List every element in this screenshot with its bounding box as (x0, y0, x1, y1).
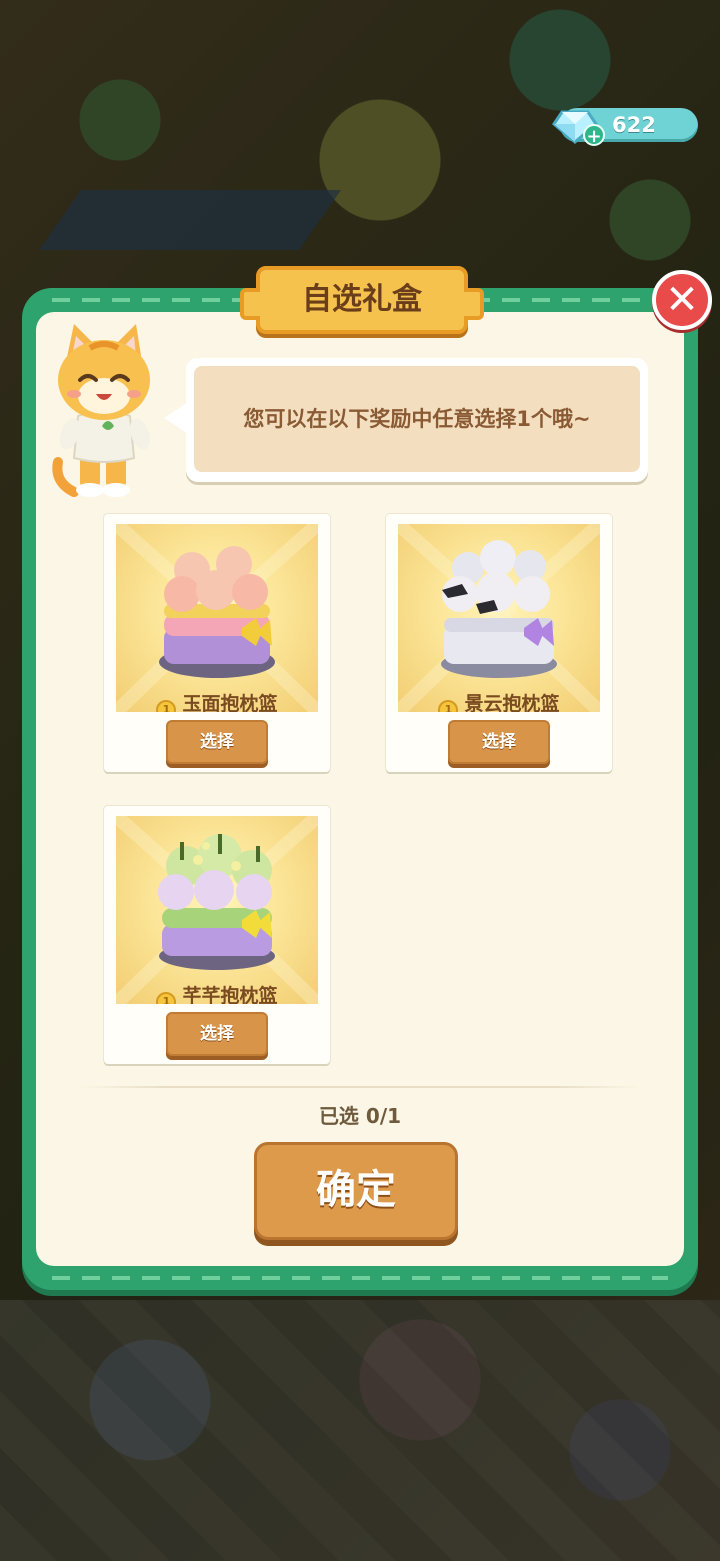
cat-mascot-icon (44, 322, 164, 500)
reward-card[interactable]: 1 玉面抱枕篮 选择 (104, 514, 330, 772)
medal-icon: 1 (156, 992, 177, 1004)
divider (80, 1086, 640, 1088)
background-river (38, 190, 342, 250)
speech-bubble-inner: 您可以在以下奖励中任意选择1个哦~ (194, 366, 640, 472)
medal-icon: 1 (156, 700, 177, 712)
confirm-button[interactable]: 确定 (254, 1142, 458, 1240)
close-button[interactable]: ✕ (652, 270, 712, 330)
reward-image: 1 景云抱枕篮 (398, 524, 600, 712)
confirm-button-label: 确定 (316, 1167, 396, 1213)
selection-counter: 已选 0/1 (318, 1104, 402, 1128)
select-button[interactable]: 选择 (448, 720, 550, 764)
select-button-label: 选择 (482, 732, 516, 752)
speech-bubble: 您可以在以下奖励中任意选择1个哦~ (164, 358, 648, 482)
close-icon: ✕ (665, 277, 699, 323)
medal-icon: 1 (438, 700, 459, 712)
frame-decoration (52, 1276, 668, 1280)
reward-image: 1 芊芊抱枕篮 (116, 816, 318, 1004)
select-button[interactable]: 选择 (166, 1012, 268, 1056)
select-button[interactable]: 选择 (166, 720, 268, 764)
cat-pillow-basket-icon (116, 524, 318, 712)
gem-count: 622 (612, 113, 656, 137)
reward-image: 1 玉面抱枕篮 (116, 524, 318, 712)
reward-card[interactable]: 1 景云抱枕篮 选择 (386, 514, 612, 772)
reward-name: 1 芊芊抱枕篮 (116, 982, 318, 1004)
background-floor (0, 1300, 720, 1561)
add-gems-button[interactable]: + (583, 124, 605, 147)
reward-name: 1 玉面抱枕篮 (116, 690, 318, 712)
reward-card[interactable]: 1 芊芊抱枕篮 选择 (104, 806, 330, 1064)
dialog-title: 自选礼盒 (302, 282, 422, 317)
flower-pillow-basket-icon (116, 816, 318, 1004)
instruction-text: 您可以在以下奖励中任意选择1个哦~ (243, 407, 591, 431)
title-plate: 自选礼盒 (240, 266, 484, 334)
select-button-label: 选择 (200, 1024, 234, 1044)
cloud-pillow-basket-icon (398, 524, 600, 712)
select-button-label: 选择 (200, 732, 234, 752)
reward-name: 1 景云抱枕篮 (398, 690, 600, 712)
